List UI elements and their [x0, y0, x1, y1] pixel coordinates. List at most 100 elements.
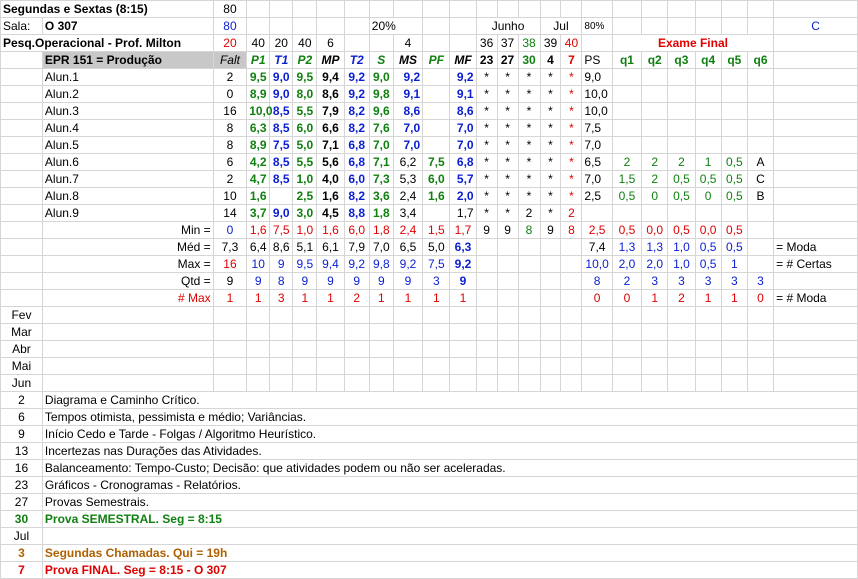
question-cell[interactable]	[641, 85, 669, 103]
attendance-cell[interactable]: *	[560, 170, 583, 188]
grade-cell[interactable]: 1,0	[292, 170, 318, 188]
stats-value[interactable]: 1,7	[449, 221, 477, 239]
header-cell[interactable]: 20	[212, 34, 248, 52]
attendance-cell[interactable]: *	[517, 85, 541, 103]
grade-cell[interactable]: 1,6	[316, 187, 345, 205]
grade-cell[interactable]: 9,2	[392, 68, 424, 86]
cell[interactable]	[422, 374, 451, 392]
grade-cell[interactable]: 5,5	[292, 102, 318, 120]
attendance-cell[interactable]: *	[475, 68, 498, 86]
calendar-text[interactable]: Incertezas nas Durações das Atividades.	[41, 442, 858, 460]
grade-cell[interactable]: 2,5	[292, 187, 318, 205]
stats-value[interactable]: 7,9	[343, 238, 370, 256]
cell[interactable]	[667, 340, 696, 358]
question-cell[interactable]	[611, 85, 643, 103]
cell[interactable]	[343, 306, 370, 324]
cell[interactable]	[212, 340, 248, 358]
cell[interactable]	[0, 187, 43, 205]
cell[interactable]	[773, 68, 858, 86]
cell[interactable]	[517, 374, 541, 392]
weight-cell[interactable]	[368, 34, 394, 52]
stats-question-value[interactable]: 2	[667, 289, 696, 307]
cell[interactable]	[0, 119, 43, 137]
stats-question-value[interactable]: 0,0	[694, 221, 722, 239]
cell[interactable]	[449, 306, 477, 324]
attendance-cell[interactable]: *	[517, 102, 541, 120]
grade-cell[interactable]: 8,6	[449, 102, 477, 120]
question-cell[interactable]	[641, 119, 669, 137]
calendar-text[interactable]: Provas Semestrais.	[41, 493, 858, 511]
cell[interactable]	[496, 306, 519, 324]
stats-value[interactable]: 7,3	[212, 238, 248, 256]
student-name[interactable]: Alun.3	[41, 102, 214, 120]
cell[interactable]	[539, 357, 562, 375]
cell[interactable]	[212, 323, 248, 341]
attendance-cell[interactable]: *	[496, 68, 519, 86]
stats-value[interactable]: 6,0	[343, 221, 370, 239]
ps-cell[interactable]: 7,5	[581, 119, 613, 137]
attendance-cell[interactable]: *	[517, 68, 541, 86]
stats-day-value[interactable]: 9	[475, 221, 498, 239]
stats-day-value[interactable]	[496, 289, 519, 307]
stats-question-value[interactable]: 0,5	[611, 221, 643, 239]
grade-cell[interactable]: 6,0	[422, 170, 451, 188]
column-c-cell[interactable]: C	[773, 17, 858, 35]
grade-cell[interactable]: 7,3	[368, 170, 394, 188]
attendance-cell[interactable]: *	[496, 102, 519, 120]
calendar-day[interactable]: 16	[0, 459, 43, 477]
grade-cell[interactable]: 7,6	[368, 119, 394, 137]
ps-cell[interactable]: 10,0	[581, 102, 613, 120]
question-cell[interactable]: 1,5	[611, 170, 643, 188]
cell[interactable]	[0, 68, 43, 86]
ps-cell[interactable]	[581, 204, 613, 222]
stats-value[interactable]: 9	[449, 272, 477, 290]
attendance-cell[interactable]: 2	[517, 204, 541, 222]
cell[interactable]	[581, 374, 613, 392]
grade-cell[interactable]	[269, 187, 294, 205]
cell[interactable]	[0, 289, 43, 307]
absences-cell[interactable]: 2	[212, 170, 248, 188]
stats-day-value[interactable]	[475, 272, 498, 290]
stats-day-value[interactable]	[560, 255, 583, 273]
cell[interactable]	[773, 102, 858, 120]
question-cell[interactable]: B	[746, 187, 775, 205]
cell[interactable]	[611, 357, 643, 375]
question-cell[interactable]	[611, 119, 643, 137]
stats-question-value[interactable]: 0	[611, 289, 643, 307]
question-cell[interactable]	[611, 204, 643, 222]
attendance-cell[interactable]: *	[496, 204, 519, 222]
stats-question-value[interactable]: 3	[746, 272, 775, 290]
grade-cell[interactable]: 8,5	[269, 153, 294, 171]
cell[interactable]	[773, 187, 858, 205]
cell[interactable]	[746, 323, 775, 341]
stats-day-value[interactable]: 8	[517, 221, 541, 239]
attendance-cell[interactable]: *	[517, 136, 541, 154]
stats-value[interactable]: 1,6	[246, 221, 271, 239]
ps-cell[interactable]: 10,0	[581, 85, 613, 103]
question-cell[interactable]	[667, 204, 696, 222]
cell[interactable]	[475, 357, 498, 375]
calendar-day[interactable]: 3	[0, 544, 43, 562]
cell[interactable]	[641, 306, 669, 324]
cell[interactable]	[343, 374, 370, 392]
stats-question-value[interactable]	[746, 255, 775, 273]
stats-value[interactable]: 8,6	[269, 238, 294, 256]
cell[interactable]	[292, 357, 318, 375]
stats-ps-value[interactable]: 8	[581, 272, 613, 290]
attendance-cell[interactable]: *	[539, 119, 562, 137]
grade-cell[interactable]: 8,0	[292, 85, 318, 103]
cell[interactable]	[0, 272, 43, 290]
cell[interactable]	[746, 374, 775, 392]
absences-cell[interactable]: 8	[212, 136, 248, 154]
grade-cell[interactable]: 4,7	[246, 170, 271, 188]
cell[interactable]	[746, 357, 775, 375]
stats-value[interactable]: 9	[392, 272, 424, 290]
stats-value[interactable]: 3	[422, 272, 451, 290]
question-cell[interactable]: 1	[694, 153, 722, 171]
stats-value[interactable]: 9	[368, 272, 394, 290]
stats-day-value[interactable]	[560, 238, 583, 256]
grade-cell[interactable]: 7,0	[392, 136, 424, 154]
stats-value[interactable]: 10	[246, 255, 271, 273]
grade-cell[interactable]: 2,0	[449, 187, 477, 205]
grade-cell[interactable]: 9,5	[292, 68, 318, 86]
